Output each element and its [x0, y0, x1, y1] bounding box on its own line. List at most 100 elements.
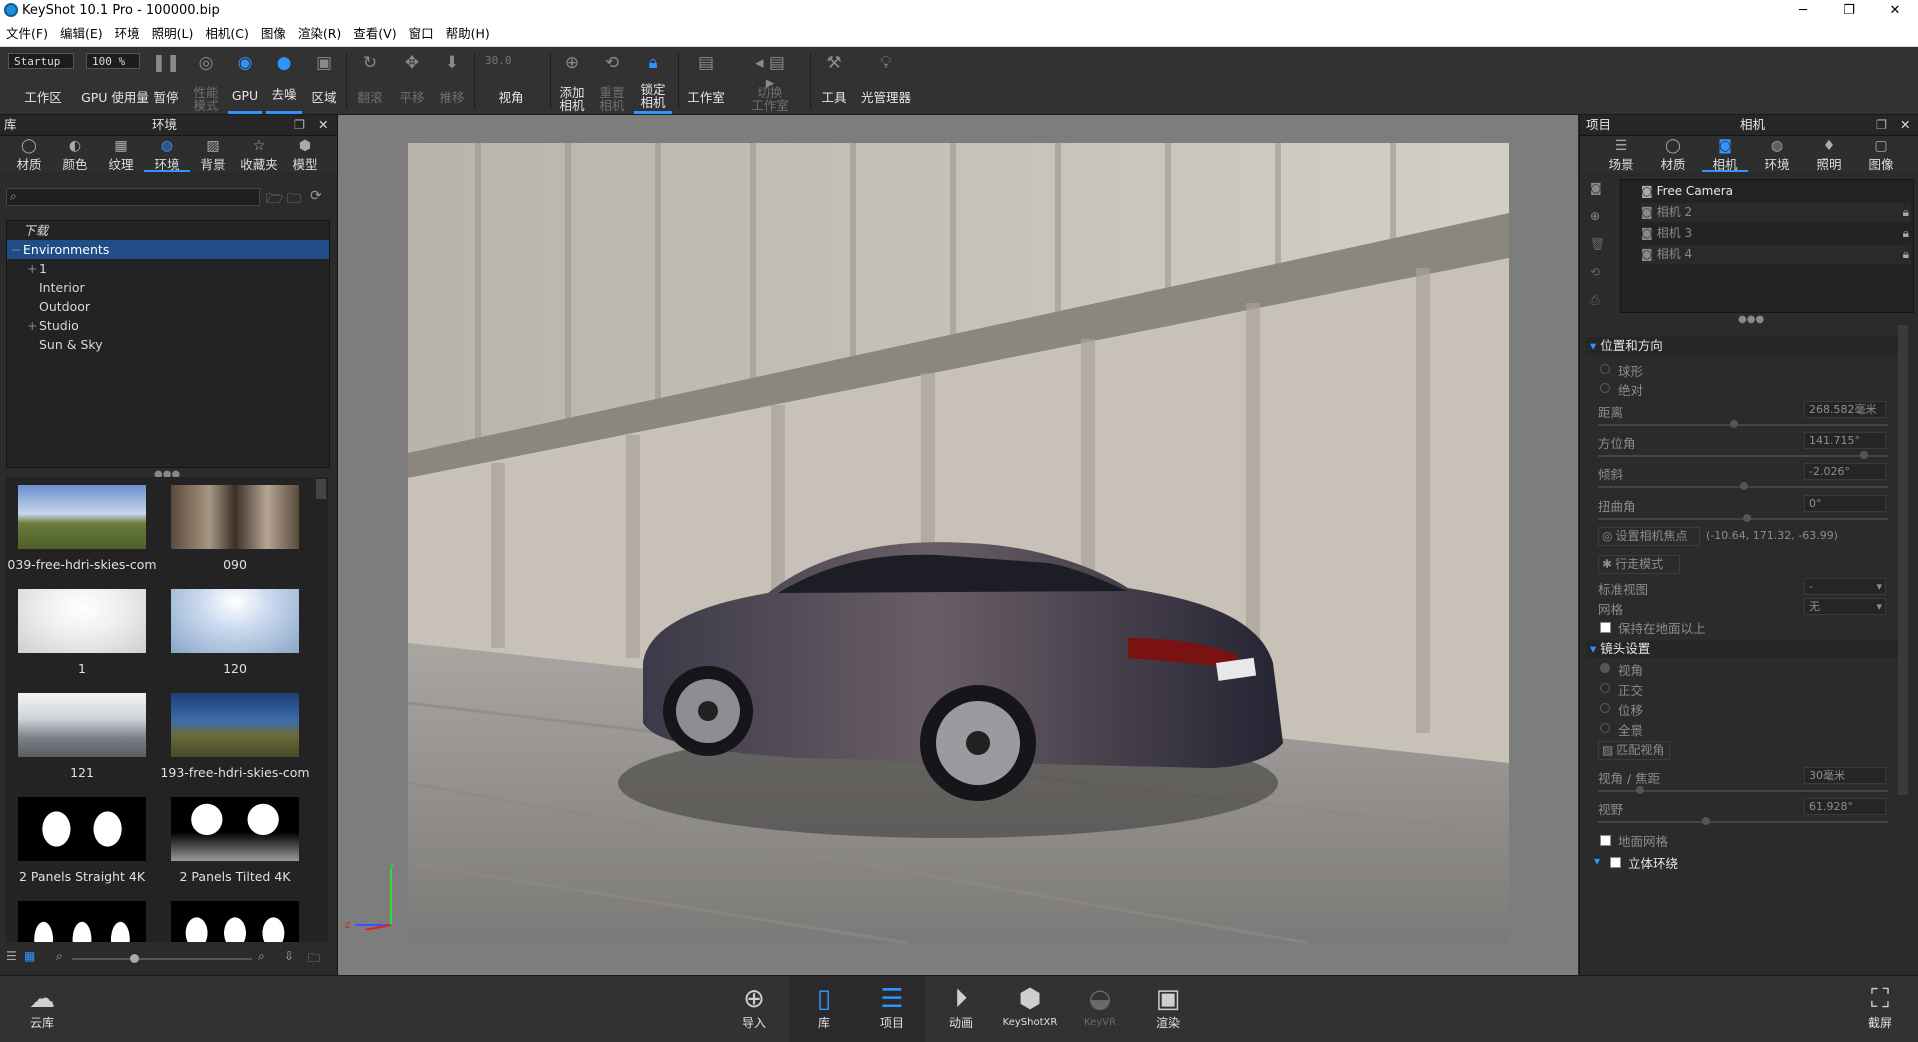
standard-view-select[interactable]: - ▾: [1804, 578, 1886, 595]
expander-icon[interactable]: +: [27, 316, 39, 335]
camera-list-item[interactable]: ◙ 相机 3 🔒︎: [1641, 224, 1911, 243]
keyvr-button[interactable]: ◒ KeyVR: [1066, 976, 1134, 1042]
inclination-field[interactable]: -2.026°: [1804, 463, 1886, 480]
tab-models[interactable]: ⬢ 模型: [282, 136, 328, 172]
tools-button[interactable]: ⚒ 工具: [816, 47, 852, 114]
menu-file[interactable]: 文件(F): [0, 22, 54, 46]
orbit-radio[interactable]: [1600, 364, 1610, 374]
close-panel-icon[interactable]: ✕: [318, 115, 328, 135]
add-folder-icon[interactable]: 🗀︎: [287, 188, 301, 212]
ground-grid-checkbox[interactable]: [1600, 835, 1611, 846]
tree-item[interactable]: 下载: [7, 221, 329, 240]
tree-item[interactable]: +1: [7, 259, 329, 278]
camera-list-item[interactable]: ◙ 相机 2 🔒︎: [1641, 203, 1911, 222]
menu-camera[interactable]: 相机(C): [199, 22, 254, 46]
dolly-button[interactable]: ⬇ 推移: [432, 47, 472, 114]
walk-mode-button[interactable]: ✱ 行走模式: [1598, 555, 1680, 574]
menu-environment[interactable]: 环境: [109, 22, 146, 46]
add-camera-icon[interactable]: ⊕: [1590, 209, 1600, 223]
env-thumb-5[interactable]: [171, 693, 299, 757]
minimize-button[interactable]: ─: [1780, 0, 1826, 22]
tab-colors[interactable]: ◐ 颜色: [52, 136, 98, 172]
render-image[interactable]: [408, 143, 1509, 943]
tree-item[interactable]: Outdoor: [7, 297, 329, 316]
tab-materials[interactable]: ◯ 材质: [6, 136, 52, 172]
grid-view-icon[interactable]: ▦: [24, 949, 35, 963]
lock-icon[interactable]: 🔒︎: [1903, 224, 1909, 243]
list-view-icon[interactable]: ☰: [6, 949, 17, 963]
menu-help[interactable]: 帮助(H): [440, 22, 496, 46]
env-thumb-8[interactable]: [18, 901, 146, 942]
fov-focal-field[interactable]: 30毫米: [1804, 767, 1886, 784]
reset-camera-button[interactable]: ⟲ 重置 相机: [594, 47, 630, 114]
azimuth-field[interactable]: 141.715°: [1804, 432, 1886, 449]
undock-icon[interactable]: ❐: [294, 115, 305, 135]
library-search-input[interactable]: ⌕: [6, 188, 260, 206]
lens-panorama-radio[interactable]: [1600, 723, 1610, 733]
lens-settings-section[interactable]: ▾ 镜头设置: [1586, 640, 1906, 658]
env-thumb-0[interactable]: [18, 485, 146, 549]
menu-window[interactable]: 窗口: [403, 22, 440, 46]
tree-item[interactable]: − Environments: [7, 240, 329, 259]
env-thumb-3[interactable]: [171, 589, 299, 653]
tab-favorites[interactable]: ☆ 收藏夹: [236, 136, 282, 172]
tab-image[interactable]: ▢ 图像: [1858, 136, 1904, 172]
region-button[interactable]: ▣ 区域: [306, 47, 342, 114]
add-camera-button[interactable]: ⊕ 添加 相机: [554, 47, 590, 114]
slider-knob[interactable]: [1743, 514, 1751, 522]
light-manager-button[interactable]: 💡︎ 光管理器: [856, 47, 916, 114]
gpu-usage-button[interactable]: GPU 使用量: [80, 47, 150, 114]
tree-item[interactable]: + Studio: [7, 316, 329, 335]
close-panel-icon[interactable]: ✕: [1900, 115, 1910, 135]
set-focus-button[interactable]: ◎ 设置相机焦点: [1598, 527, 1700, 546]
save-icon[interactable]: ⎙: [1590, 293, 1600, 308]
pan-button[interactable]: ✥ 平移: [392, 47, 432, 114]
tab-environments[interactable]: ◍ 环境: [144, 136, 190, 172]
slider-knob[interactable]: [1860, 451, 1868, 459]
menu-image[interactable]: 图像: [255, 22, 292, 46]
library-button[interactable]: ▯ 库: [790, 976, 858, 1042]
denoise-button[interactable]: ● 去噪: [266, 47, 302, 114]
pause-button[interactable]: ❚❚ 暂停: [150, 47, 182, 114]
tab-environment[interactable]: ◍ 环境: [1754, 136, 1800, 172]
performance-mode-button[interactable]: ◎ 性能 模式: [186, 47, 226, 114]
slider-knob[interactable]: [130, 954, 139, 963]
match-perspective-button[interactable]: ▨ 匹配视角: [1598, 741, 1670, 760]
animation-button[interactable]: ⏵ 动画: [927, 976, 995, 1042]
fov-focal-slider[interactable]: [1598, 786, 1888, 794]
menu-render[interactable]: 渲染(R): [292, 22, 347, 46]
properties-scrollbar[interactable]: [1898, 325, 1908, 795]
splitter-handle-icon[interactable]: ●●●: [1738, 314, 1764, 325]
lock-icon[interactable]: 🔒︎: [1903, 203, 1909, 222]
distance-slider[interactable]: [1598, 420, 1888, 428]
twist-field[interactable]: 0°: [1804, 495, 1886, 512]
thumbnail-size-slider[interactable]: [72, 954, 252, 963]
lens-perspective-radio[interactable]: [1600, 663, 1610, 673]
menu-edit[interactable]: 编辑(E): [54, 22, 109, 46]
tree-item[interactable]: Interior: [7, 278, 329, 297]
env-thumb-1[interactable]: [171, 485, 299, 549]
tab-scene[interactable]: ☰ 场景: [1598, 136, 1644, 172]
field-of-view-button[interactable]: 视角: [480, 47, 542, 114]
tab-material[interactable]: ◯ 材质: [1650, 136, 1696, 172]
close-button[interactable]: ✕: [1872, 0, 1918, 22]
slider-knob[interactable]: [1702, 817, 1710, 825]
lens-orthographic-radio[interactable]: [1600, 683, 1610, 693]
tab-lighting[interactable]: ♦ 照明: [1806, 136, 1852, 172]
refresh-icon[interactable]: ⟳: [310, 188, 322, 204]
camera-icon[interactable]: ◙: [1590, 181, 1602, 195]
distance-field[interactable]: 268.582毫米: [1804, 401, 1886, 418]
keep-above-ground-checkbox[interactable]: [1600, 622, 1611, 633]
twist-slider[interactable]: [1598, 514, 1888, 522]
env-thumb-4[interactable]: [18, 693, 146, 757]
undock-icon[interactable]: ❐: [1876, 115, 1887, 135]
tree-item[interactable]: Sun & Sky: [7, 335, 329, 354]
tumble-button[interactable]: ↻ 翻滚: [350, 47, 390, 114]
lens-shift-radio[interactable]: [1600, 703, 1610, 713]
env-thumb-2[interactable]: [18, 589, 146, 653]
folder-icon[interactable]: 🗀︎: [308, 949, 320, 970]
stereo-checkbox[interactable]: [1610, 857, 1621, 868]
keyshotxr-button[interactable]: ⬢ KeyShotXR: [996, 976, 1064, 1042]
tab-textures[interactable]: ▦ 纹理: [98, 136, 144, 172]
workspace-button[interactable]: 工作区: [8, 47, 78, 114]
